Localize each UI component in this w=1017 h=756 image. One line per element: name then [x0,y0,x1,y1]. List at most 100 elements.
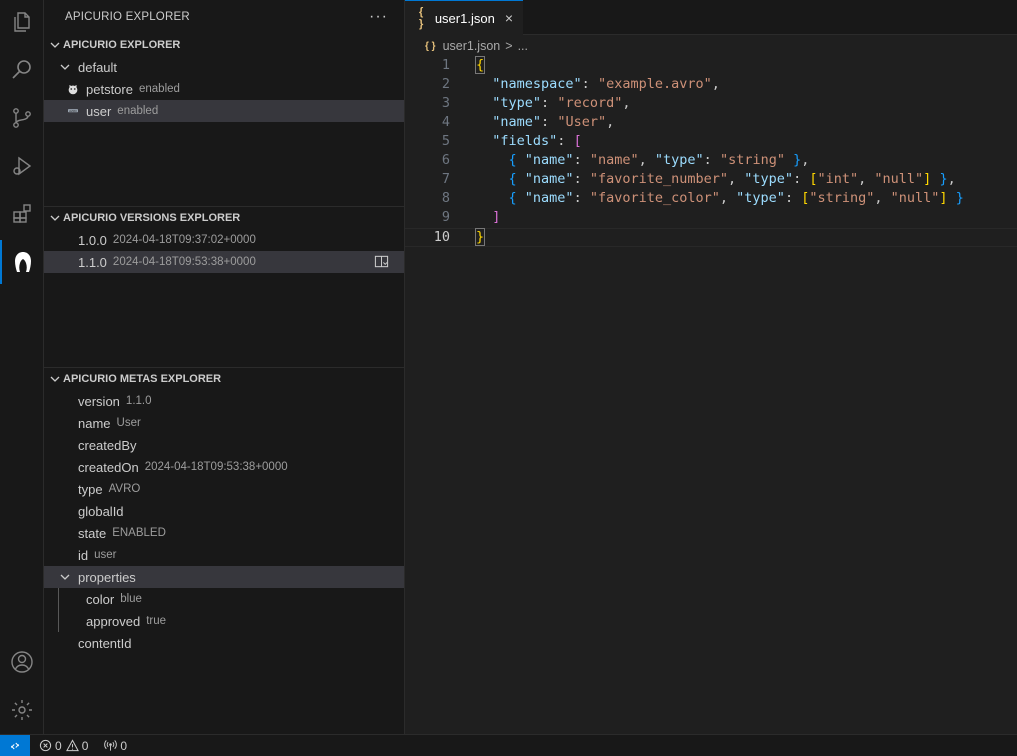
tab-bar: { } user1.json × [405,0,1017,35]
meta-item[interactable]: createdBy [44,434,404,456]
activity-bar [0,0,44,734]
avro-icon: AVRO [65,103,81,119]
meta-item[interactable]: createdOn 2024-04-18T09:53:38+0000 [44,456,404,478]
json-file-icon: { } [425,40,436,52]
code-line: 8 { "name": "favorite_color", "type": ["… [405,190,1017,209]
version-item-selected[interactable]: 1.1.0 2024-04-18T09:53:38+0000 [44,251,404,273]
meta-key: id [78,547,89,563]
version-date: 2024-04-18T09:53:38+0000 [112,256,256,268]
meta-key: version [78,393,120,409]
account-icon[interactable] [0,640,44,684]
sidebar: APICURIO EXPLORER ··· APICURIO EXPLORER … [44,0,405,734]
tree-item-petstore[interactable]: petstore enabled [44,78,404,100]
run-debug-icon[interactable] [0,144,44,188]
properties-children: color blue approved true [44,588,404,632]
tree-item-desc: enabled [138,83,180,95]
breadcrumb: { } user1.json > ... [405,35,1017,57]
meta-value: AVRO [108,483,141,495]
chevron-down-icon [47,371,63,387]
version-date: 2024-04-18T09:37:02+0000 [112,234,256,246]
meta-value: ENABLED [112,527,166,539]
code-line: 3 "type": "record", [405,95,1017,114]
meta-properties[interactable]: properties [44,566,404,588]
breadcrumb-rest[interactable]: ... [518,39,528,53]
code-line: 2 "namespace": "example.avro", [405,76,1017,95]
section-header-metas[interactable]: APICURIO METAS EXPLORER [44,368,404,390]
chevron-down-icon [57,569,73,585]
open-preview-icon[interactable] [374,254,390,270]
settings-gear-icon[interactable] [0,688,44,732]
code-line: 6 { "name": "name", "type": "string" }, [405,152,1017,171]
line-number: 4 [441,114,450,130]
section-title: APICURIO EXPLORER [63,39,181,51]
line-number: 9 [441,209,450,225]
meta-item[interactable]: id user [44,544,404,566]
close-icon[interactable]: × [505,10,513,26]
warning-icon [65,739,79,752]
line-number: 8 [441,190,450,206]
meta-key: name [78,415,111,431]
error-count: 0 [55,738,62,753]
line-number: 1 [441,57,450,73]
extensions-icon[interactable] [0,192,44,236]
property-key: color [86,591,115,607]
error-icon [39,739,52,752]
tree-item-label: petstore [86,81,133,97]
code-line: 1{ [405,56,1017,76]
code-line-current: 10} [405,228,1017,247]
ports-count: 0 [120,738,128,753]
line-number: 7 [441,171,450,187]
meta-item[interactable]: globalId [44,500,404,522]
apicurio-icon[interactable] [0,240,44,284]
meta-key: globalId [78,503,124,519]
pet-icon [65,81,81,97]
files-icon[interactable] [0,0,44,44]
meta-item[interactable]: state ENABLED [44,522,404,544]
broadcast-icon [104,740,118,751]
remote-icon [10,742,20,749]
section-header-versions[interactable]: APICURIO VERSIONS EXPLORER [44,207,404,229]
meta-key: contentId [78,635,132,651]
meta-item[interactable]: type AVRO [44,478,404,500]
line-number: 6 [441,152,450,168]
code-editor[interactable]: 1{ 2 "namespace": "example.avro", 3 "typ… [405,56,1017,247]
problems-indicator[interactable]: 0 0 [39,739,88,753]
meta-value: User [116,417,141,429]
meta-item[interactable]: name User [44,412,404,434]
version-label: 1.0.0 [78,232,107,248]
section-header-explorer[interactable]: APICURIO EXPLORER [44,34,404,56]
editor: { } user1.json × { } user1.json > ... 1{… [405,0,1017,734]
property-item[interactable]: approved true [44,610,404,632]
source-control-icon[interactable] [0,96,44,140]
tree-group-label: default [78,59,118,75]
json-file-icon: { } [419,6,424,30]
more-actions-icon[interactable]: ··· [369,8,388,26]
breadcrumb-separator: > [505,39,513,53]
meta-key: createdOn [78,459,139,475]
section-title: APICURIO METAS EXPLORER [63,373,222,385]
remote-indicator[interactable] [0,734,30,756]
ports-indicator[interactable]: 0 [104,739,127,753]
warning-count: 0 [81,738,89,753]
tab-user1-json[interactable]: { } user1.json × [405,0,523,35]
line-number: 3 [441,95,450,111]
property-key: approved [86,613,141,629]
code-line: 9 ] [405,209,1017,228]
line-number: 10 [433,229,450,245]
search-icon[interactable] [0,48,44,92]
meta-item[interactable]: contentId [44,632,404,654]
tree-group-default[interactable]: default [44,56,404,78]
chevron-down-icon [57,59,73,75]
property-item[interactable]: color blue [44,588,404,610]
chevron-down-icon [47,210,63,226]
property-value: blue [120,593,142,605]
meta-item[interactable]: version 1.1.0 [44,390,404,412]
breadcrumb-file[interactable]: user1.json [443,39,501,53]
line-number: 5 [441,133,450,149]
meta-key: createdBy [78,437,137,453]
property-value: true [146,615,167,627]
meta-key: state [78,525,107,541]
section-title: APICURIO VERSIONS EXPLORER [63,212,241,224]
version-item[interactable]: 1.0.0 2024-04-18T09:37:02+0000 [44,229,404,251]
tree-item-user[interactable]: AVRO user enabled [44,100,404,122]
